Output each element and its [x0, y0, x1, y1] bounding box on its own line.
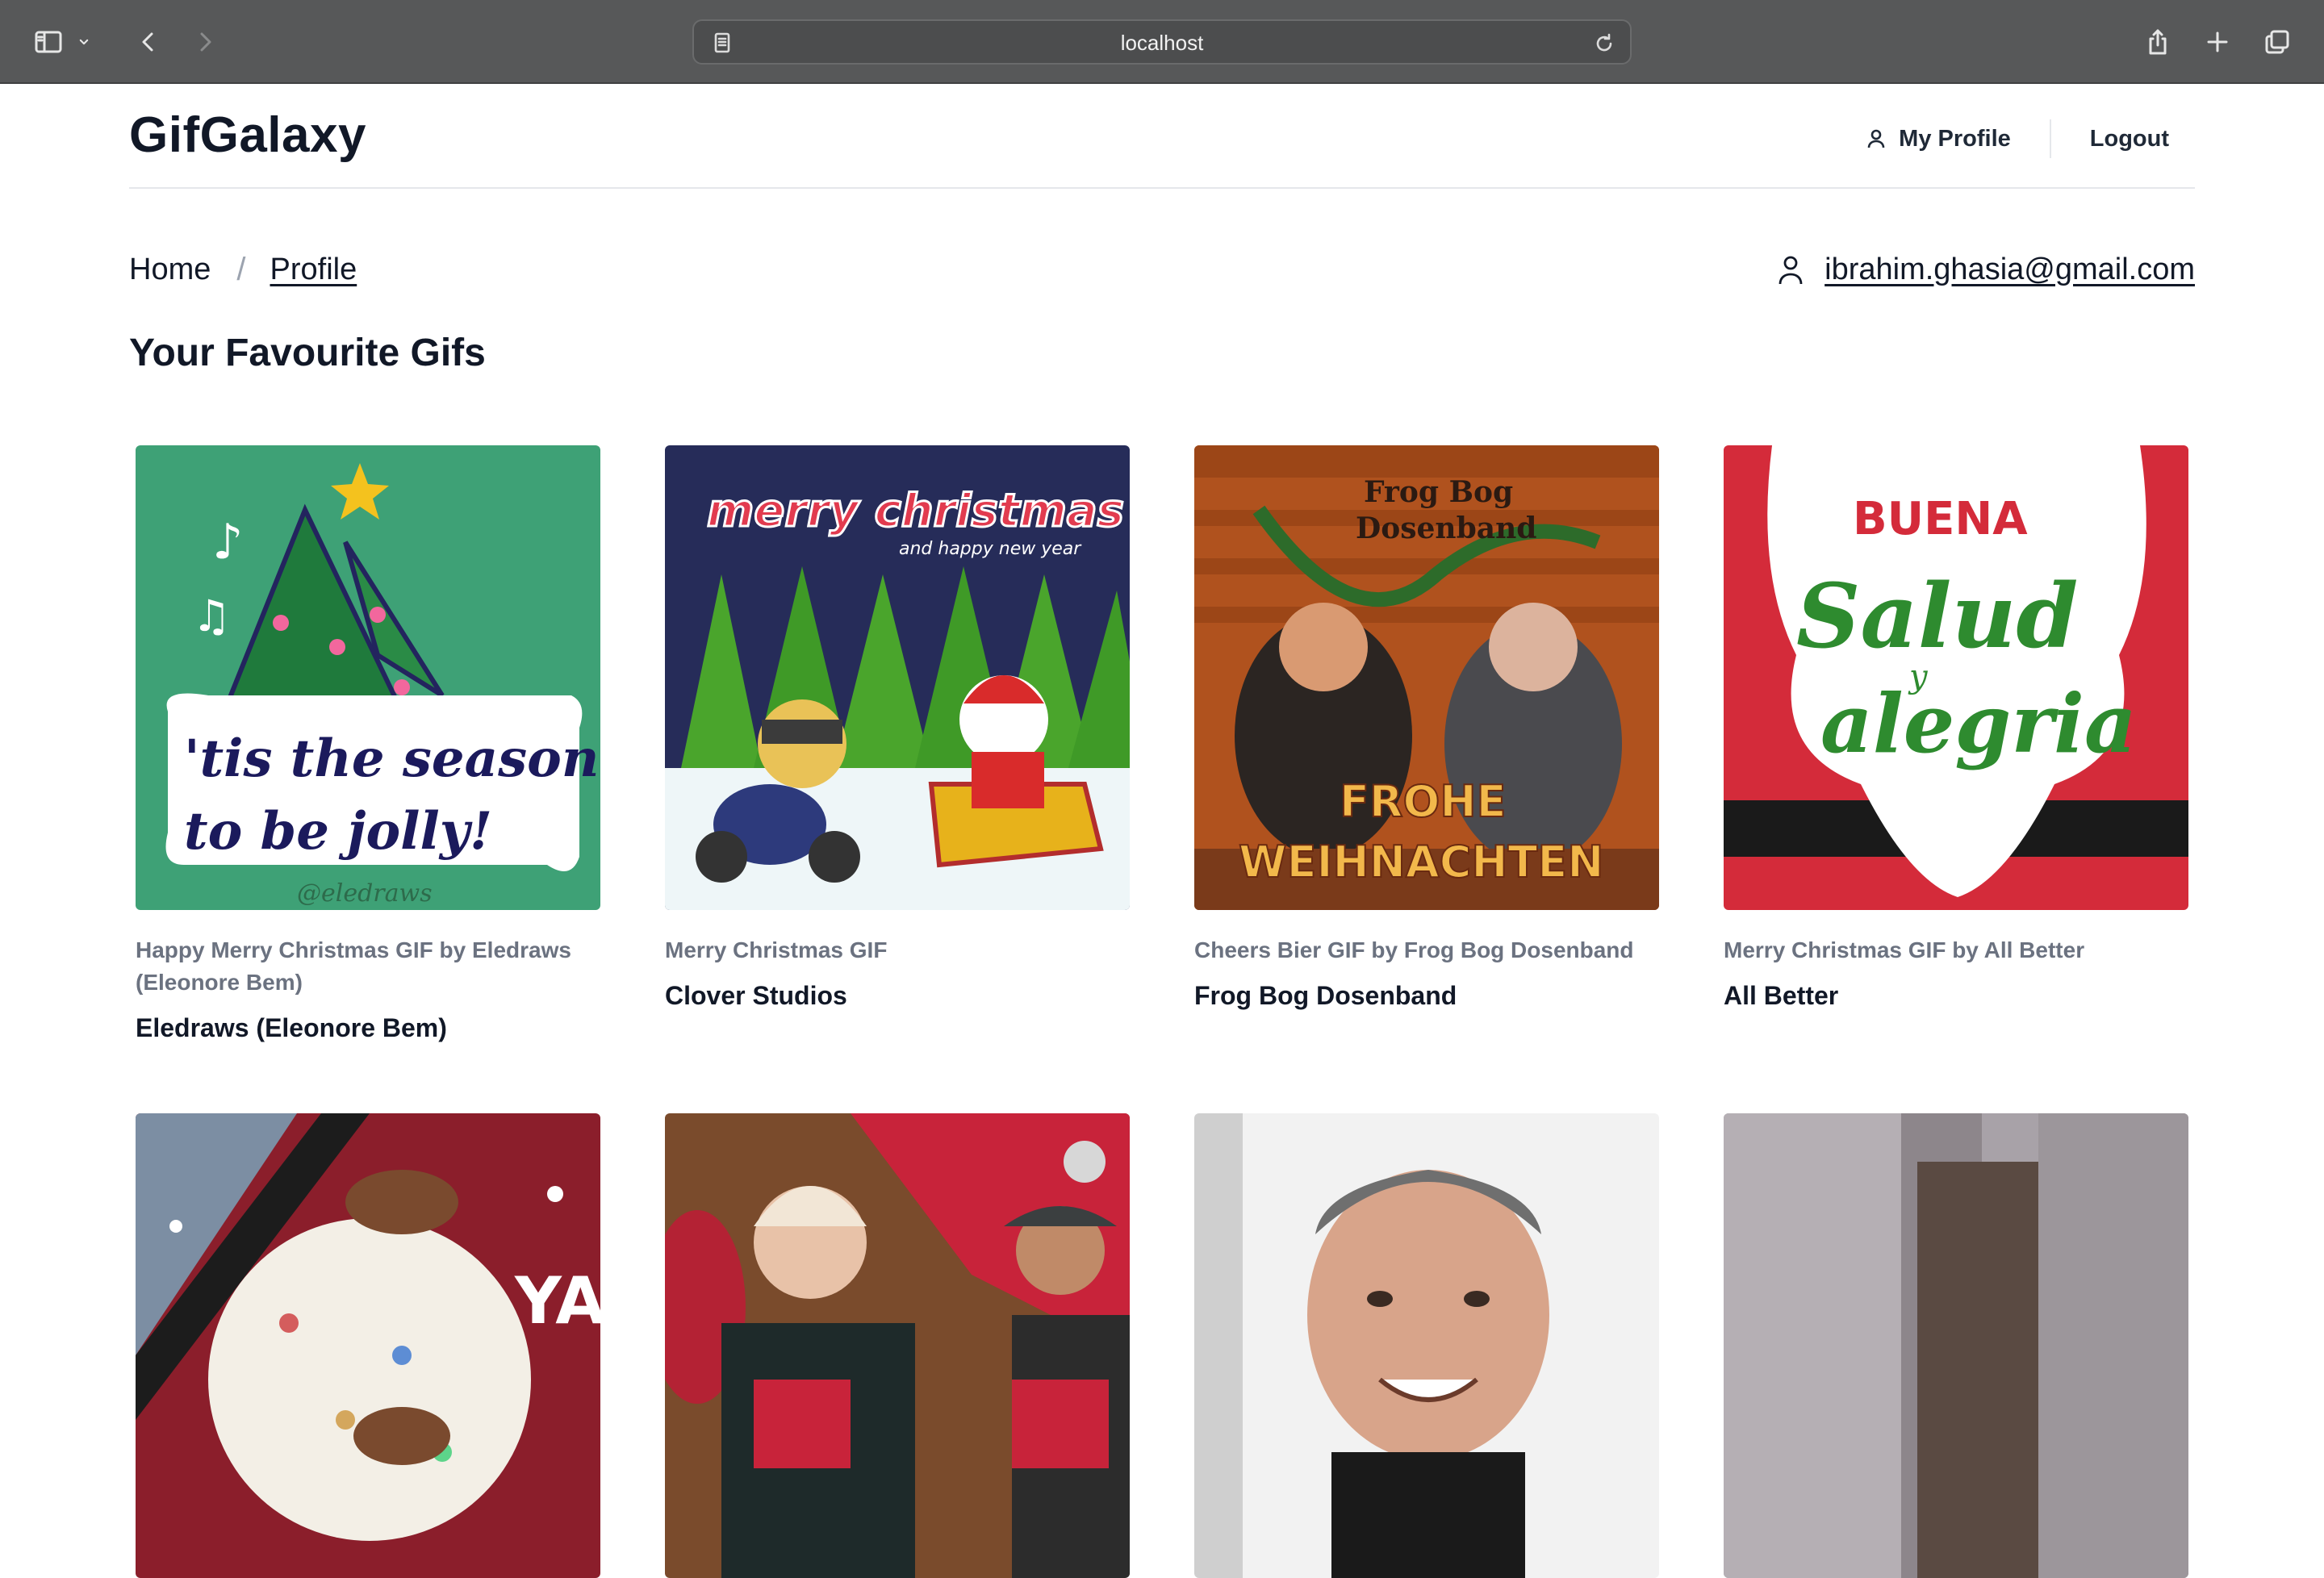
svg-text:YA: YA — [514, 1263, 600, 1338]
gif-image[interactable] — [1194, 1113, 1659, 1578]
gif-title: Happy Merry Christmas GIF by Eledraws (E… — [136, 937, 571, 995]
svg-text:to be jolly!: to be jolly! — [184, 801, 492, 862]
my-profile-link[interactable]: My Profile — [1863, 119, 2051, 158]
gif-card[interactable]: ♪ ♫ 'tis the season to be jolly! @eledra… — [136, 445, 600, 1113]
gif-grid: ♪ ♫ 'tis the season to be jolly! @eledra… — [136, 445, 2188, 1578]
chevron-down-icon[interactable] — [73, 21, 95, 63]
gif-author: Frog Bog Dosenband — [1194, 981, 1457, 1010]
site-header: GifGalaxy My Profile Logout — [129, 86, 2195, 189]
gif-author: All Better — [1724, 981, 1839, 1010]
section-title: Your Favourite Gifs — [129, 332, 486, 374]
gif-card[interactable]: YA — [136, 1113, 600, 1578]
gif-title: Merry Christmas GIF — [665, 937, 888, 962]
page: GifGalaxy My Profile Logout Home / Profi… — [0, 86, 2324, 1578]
breadcrumb-profile[interactable]: Profile — [270, 253, 357, 287]
sidebar-toggle-icon[interactable] — [27, 21, 69, 63]
gif-author: Clover Studios — [665, 981, 847, 1010]
new-tab-icon[interactable] — [2197, 21, 2238, 63]
reload-icon[interactable] — [1591, 31, 1617, 56]
gif-image[interactable]: BUENA Salud y alegria — [1724, 445, 2188, 910]
gif-card[interactable]: merry christmas and happy new year Merry… — [665, 445, 1130, 1113]
gif-image[interactable]: YA — [136, 1113, 600, 1578]
gif-image[interactable]: merry christmas and happy new year — [665, 445, 1130, 910]
address-bar[interactable]: localhost — [692, 19, 1632, 65]
gif-card[interactable] — [1194, 1113, 1659, 1578]
gif-image[interactable]: Frog Bog Dosenband FROHE WEIHNACHTEN — [1194, 445, 1659, 910]
back-icon[interactable] — [127, 21, 169, 63]
breadcrumb: Home / Profile — [129, 252, 357, 288]
share-icon[interactable] — [2137, 21, 2179, 63]
svg-text:and happy new year: and happy new year — [899, 539, 1082, 559]
gif-card[interactable]: Frog Bog Dosenband FROHE WEIHNACHTEN Che… — [1194, 445, 1659, 1113]
brand-logo[interactable]: GifGalaxy — [129, 106, 366, 164]
gif-image[interactable] — [1724, 1113, 2188, 1578]
gif-card[interactable] — [1724, 1113, 2188, 1578]
svg-text:WEIHNACHTEN: WEIHNACHTEN — [1239, 837, 1603, 887]
svg-text:Salud: Salud — [1796, 564, 2078, 668]
svg-text:merry christmas: merry christmas — [707, 485, 1124, 537]
my-profile-label: My Profile — [1899, 125, 2011, 152]
gif-image[interactable]: ♪ ♫ 'tis the season to be jolly! @eledra… — [136, 445, 600, 910]
gif-image[interactable] — [665, 1113, 1130, 1578]
logout-button[interactable]: Logout — [2051, 126, 2195, 152]
svg-text:Dosenband: Dosenband — [1356, 511, 1536, 545]
user-email-link[interactable]: ibrahim.ghasia@gmail.com — [1773, 252, 2195, 287]
svg-text:Frog Bog: Frog Bog — [1364, 475, 1513, 509]
browser-toolbar: localhost — [0, 0, 2324, 84]
url-text: localhost — [1120, 31, 1204, 55]
svg-text:alegria: alegria — [1820, 676, 2137, 771]
gif-title: Merry Christmas GIF by All Better — [1724, 937, 2085, 962]
breadcrumb-home[interactable]: Home — [129, 253, 211, 287]
user-icon — [1779, 256, 1803, 285]
svg-text:@eledraws: @eledraws — [297, 879, 433, 908]
gif-card[interactable]: BUENA Salud y alegria Merry Christmas GI… — [1724, 445, 2188, 1113]
user-email: ibrahim.ghasia@gmail.com — [1825, 252, 2195, 286]
svg-text:BUENA: BUENA — [1853, 493, 2028, 545]
gif-author: Eledraws (Eleonore Bem) — [136, 1013, 447, 1042]
header-nav: My Profile Logout — [1863, 116, 2195, 161]
gif-title: Cheers Bier GIF by Frog Bog Dosenband — [1194, 937, 1634, 962]
svg-text:♫: ♫ — [192, 591, 231, 641]
svg-text:'tis the season: 'tis the season — [184, 728, 599, 789]
gif-card[interactable] — [665, 1113, 1130, 1578]
svg-text:FROHE: FROHE — [1340, 776, 1506, 827]
tab-overview-icon[interactable] — [2256, 21, 2298, 63]
user-icon — [1867, 129, 1885, 148]
breadcrumb-separator: / — [236, 252, 246, 287]
forward-icon[interactable] — [184, 21, 226, 63]
svg-text:♪: ♪ — [212, 514, 243, 570]
